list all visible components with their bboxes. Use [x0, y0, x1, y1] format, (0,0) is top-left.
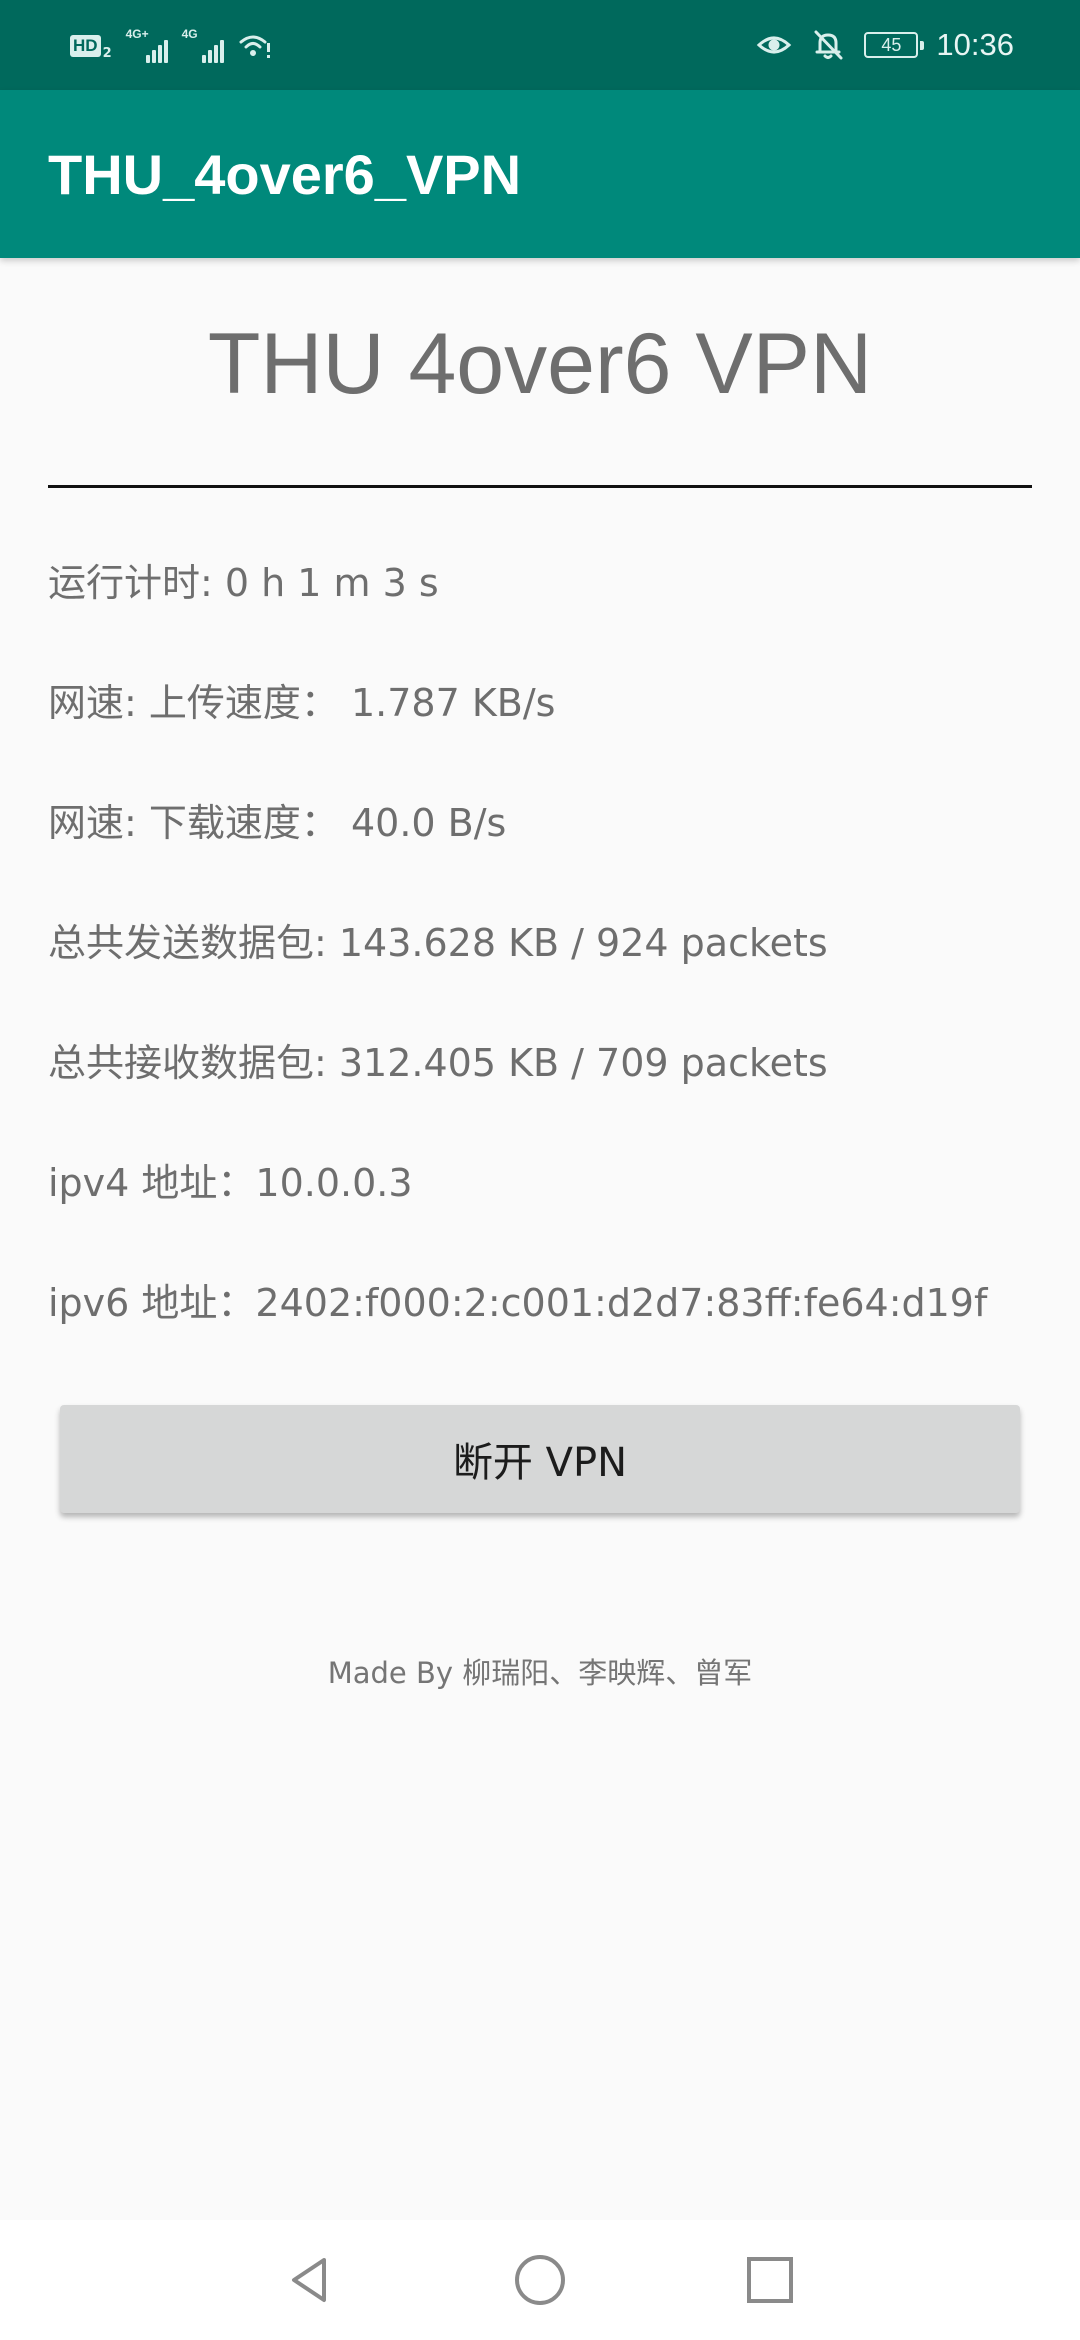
- run-time-label: 运行计时: 0 h 1 m 3 s: [48, 561, 439, 605]
- title-divider: [48, 485, 1032, 488]
- download-speed-label: 网速: 下载速度： 40.0 B/s: [48, 801, 507, 845]
- disconnect-vpn-label: 断开 VPN: [452, 1440, 628, 1486]
- hd-sub-label: 2: [102, 45, 112, 61]
- status-right-group: 45 10:36: [756, 20, 1014, 70]
- total-sent-label: 总共发送数据包: 143.628 KB / 924 packets: [48, 921, 828, 965]
- home-button[interactable]: [500, 2240, 580, 2320]
- total-received-label: 总共接收数据包: 312.405 KB / 709 packets: [48, 1041, 828, 1085]
- ipv4-address-label: ipv4 地址：10.0.0.3: [48, 1161, 413, 1205]
- ipv6-address-label: ipv6 地址：2402:f000:2:c001:d2d7:83ff:fe64:…: [48, 1281, 988, 1325]
- status-left-group: HD 2 4G+ 4G: [70, 26, 272, 66]
- status-time: 10:36: [936, 27, 1014, 62]
- battery-icon: 45: [864, 32, 925, 58]
- recents-icon: [747, 2257, 793, 2303]
- mute-bell-icon: [814, 30, 843, 60]
- signal-1-label: 4G+: [125, 27, 149, 41]
- signal-icon-sim2: 4G: [181, 27, 224, 63]
- signal-2-label: 4G: [181, 27, 198, 41]
- recents-button[interactable]: [730, 2240, 810, 2320]
- back-icon: [292, 2258, 326, 2302]
- eye-icon: [757, 36, 792, 54]
- app-bar-title: THU_4over6_VPN: [48, 143, 522, 206]
- wifi-icon: [239, 35, 270, 58]
- credits-text: Made By 柳瑞阳、李映辉、曾军: [327, 1656, 753, 1690]
- signal-icon-sim1: 4G+: [125, 27, 168, 63]
- status-bar: HD 2 4G+ 4G 45 10:36: [0, 0, 1080, 90]
- battery-level: 45: [881, 34, 902, 55]
- app-bar: THU_4over6_VPN: [0, 90, 1080, 258]
- hd-label: HD: [70, 35, 101, 57]
- page-title: THU 4over6 VPN: [207, 316, 873, 412]
- disconnect-vpn-button[interactable]: 断开 VPN: [60, 1405, 1020, 1513]
- navigation-bar: [0, 2220, 1080, 2340]
- upload-speed-label: 网速: 上传速度： 1.787 KB/s: [48, 681, 556, 725]
- hd-voice-icon: HD 2: [70, 32, 112, 61]
- back-button[interactable]: [270, 2240, 350, 2320]
- home-icon: [515, 2255, 565, 2305]
